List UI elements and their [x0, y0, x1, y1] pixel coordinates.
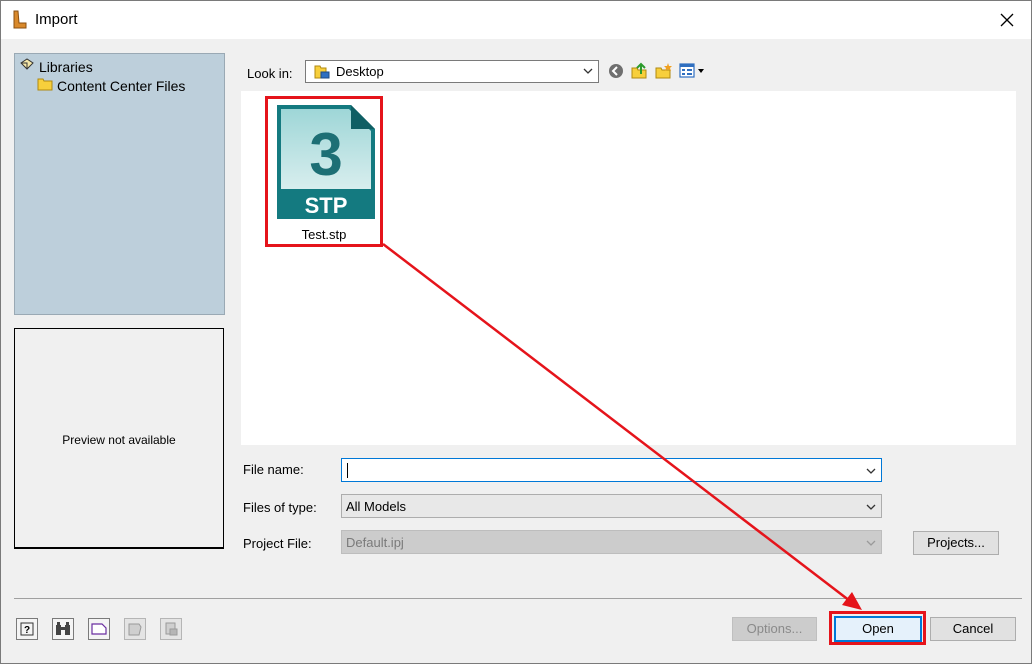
separator: [14, 598, 1022, 599]
stp-icon-text: STP: [305, 193, 348, 218]
up-folder-icon[interactable]: [631, 62, 649, 80]
chevron-down-icon: [865, 537, 877, 549]
find-button[interactable]: [52, 618, 74, 640]
assembly-icon: [165, 622, 178, 636]
bottom-toolbar: ?: [16, 618, 182, 640]
projects-button[interactable]: Projects...: [913, 531, 999, 555]
folder-icon: [37, 77, 53, 94]
preview-text: Preview not available: [62, 433, 176, 447]
stp-file-icon: STP 3: [277, 105, 375, 222]
tree-item-label: Libraries: [39, 58, 93, 75]
options-button: Options...: [732, 617, 817, 641]
project-file-label: Project File:: [243, 536, 312, 551]
back-icon[interactable]: [607, 62, 625, 80]
model-icon: [128, 623, 142, 636]
text-caret: [347, 463, 348, 478]
import-dialog: Import Libraries Content Center Files Pr…: [0, 0, 1032, 664]
disabled-tool-button-1: [124, 618, 146, 640]
look-in-value: Desktop: [336, 64, 384, 79]
files-of-type-value: All Models: [346, 499, 406, 514]
look-in-label: Look in:: [247, 66, 293, 81]
libraries-panel: Libraries Content Center Files: [14, 53, 225, 315]
project-file-value: Default.ipj: [346, 535, 404, 550]
binoculars-icon: [56, 622, 70, 635]
file-name-label: Test.stp: [301, 227, 347, 242]
window-title: Import: [35, 11, 78, 28]
tree-item-label: Content Center Files: [57, 77, 186, 94]
preview-divider: [14, 547, 224, 549]
preview-panel: Preview not available: [14, 328, 224, 549]
open-button[interactable]: Open: [834, 616, 922, 642]
libraries-icon: [19, 57, 35, 76]
file-name-input[interactable]: [341, 458, 882, 482]
chevron-down-icon: [865, 501, 877, 513]
inventor-app-icon: [11, 10, 29, 30]
disabled-tool-button-2: [160, 618, 182, 640]
close-icon: [1000, 13, 1014, 27]
project-file-dropdown: Default.ipj: [341, 530, 882, 554]
new-folder-icon[interactable]: [655, 62, 673, 80]
close-button[interactable]: [993, 7, 1021, 33]
navigation-toolbar: [607, 62, 707, 80]
document-icon: [91, 623, 107, 635]
file-item-test-stp[interactable]: STP 3 Test.stp: [265, 96, 383, 247]
tree-item-libraries[interactable]: Libraries: [19, 57, 93, 76]
new-document-button[interactable]: [88, 618, 110, 640]
title-bar: Import: [1, 1, 1031, 39]
help-icon: ?: [20, 622, 34, 636]
desktop-folder-icon: [314, 64, 330, 83]
chevron-down-icon[interactable]: [865, 465, 877, 477]
help-button[interactable]: ?: [16, 618, 38, 640]
chevron-down-icon: [582, 65, 594, 77]
files-of-type-dropdown[interactable]: All Models: [341, 494, 882, 518]
stp-icon-digit: 3: [309, 121, 342, 188]
file-name-label: File name:: [243, 462, 304, 477]
cancel-button[interactable]: Cancel: [930, 617, 1016, 641]
svg-text:?: ?: [24, 625, 30, 636]
view-menu-icon[interactable]: [679, 62, 707, 80]
look-in-dropdown[interactable]: Desktop: [305, 60, 599, 83]
files-of-type-label: Files of type:: [243, 500, 317, 515]
tree-item-content-center-files[interactable]: Content Center Files: [37, 77, 185, 94]
